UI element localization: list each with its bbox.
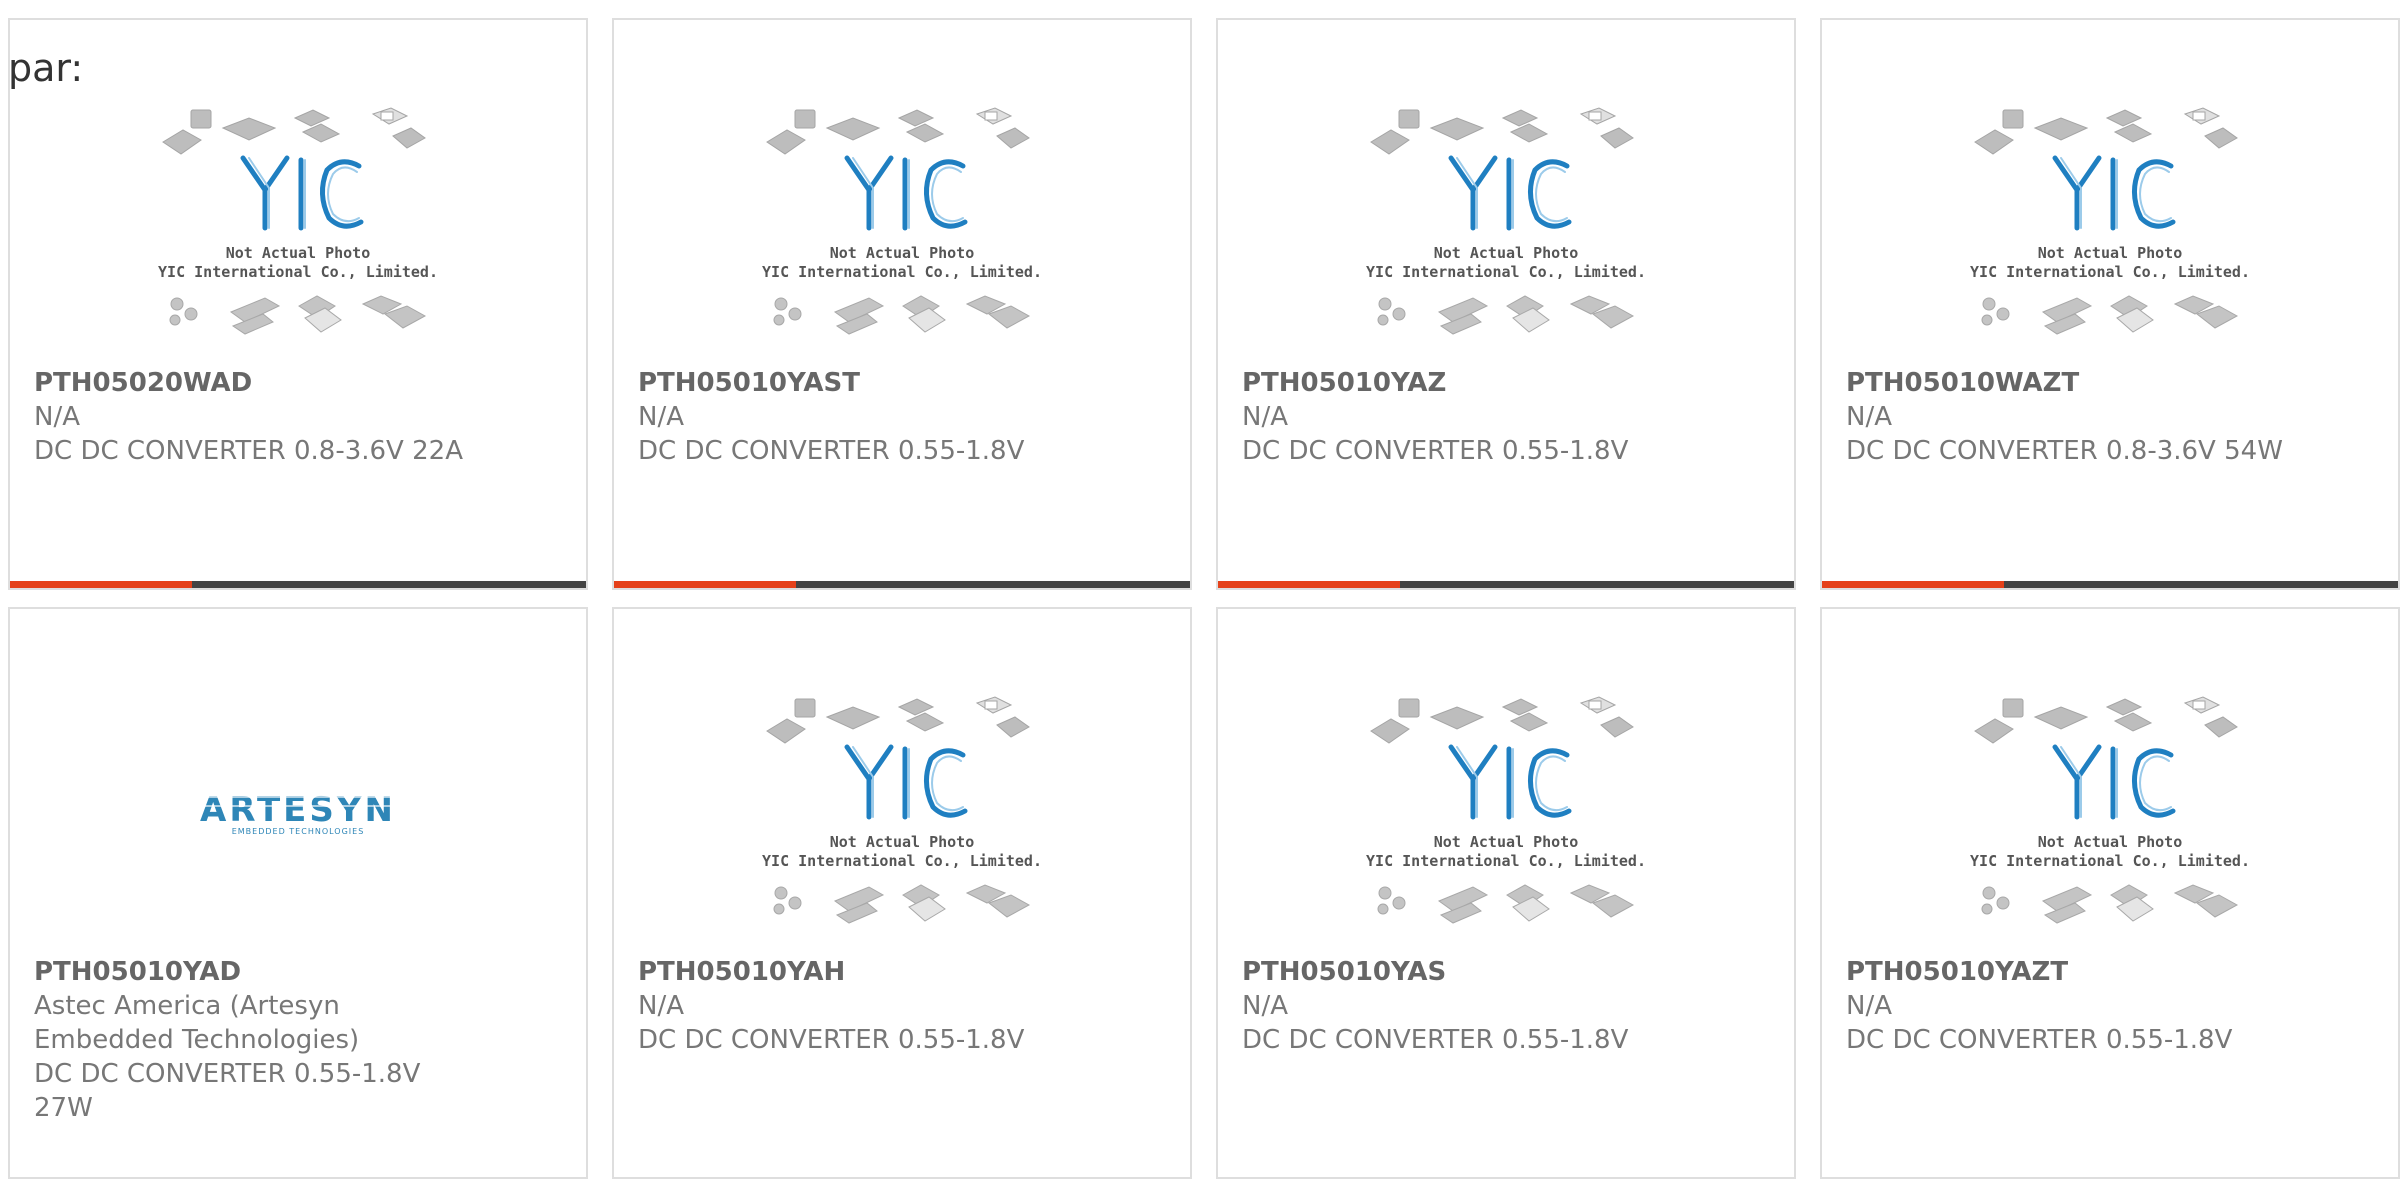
manufacturer: N/A	[1846, 402, 1892, 432]
part-number-link[interactable]: PTH05010YAD	[34, 955, 562, 989]
product-card[interactable]: ARTESYN EMBEDDED TECHNOLOGIES PTH05010YA…	[8, 607, 588, 1179]
manufacturer: N/A	[1846, 991, 1892, 1021]
product-grid: Not Actual Photo YIC International Co., …	[0, 0, 2400, 1179]
yic-company-text: YIC International Co., Limited.	[1366, 263, 1646, 281]
description: DC DC CONVERTER 0.55-1.8V	[1846, 1025, 2233, 1055]
placeholder-photo-icon: Not Actual Photo YIC International Co., …	[1970, 696, 2250, 924]
card-bottom-bar	[1218, 581, 1794, 588]
product-image[interactable]: Not Actual Photo YIC International Co., …	[10, 100, 586, 370]
not-actual-photo-text: Not Actual Photo	[1434, 244, 1579, 262]
description: DC DC CONVERTER 0.55-1.8V	[638, 1025, 1025, 1055]
product-image[interactable]: Not Actual Photo YIC International Co., …	[1218, 100, 1794, 370]
placeholder-photo-icon: Not Actual Photo YIC International Co., …	[762, 696, 1042, 924]
description: DC DC CONVERTER 0.8-3.6V 54W	[1846, 436, 2283, 466]
part-number-link[interactable]: PTH05010YAH	[638, 955, 1166, 989]
product-info: PTH05010YAZT N/A DC DC CONVERTER 0.55-1.8V	[1846, 955, 2374, 1057]
product-card[interactable]: Not Actual Photo YIC International Co., …	[1820, 18, 2400, 590]
product-image[interactable]: Not Actual Photo YIC International Co., …	[614, 689, 1190, 959]
card-accent-bar	[10, 581, 192, 588]
card-accent-bar	[1822, 581, 2004, 588]
part-number-link[interactable]: PTH05010YAZT	[1846, 955, 2374, 989]
manufacturer: N/A	[638, 991, 684, 1021]
product-card[interactable]: Not Actual Photo YIC International Co., …	[8, 18, 588, 590]
description: DC DC CONVERTER 0.55-1.8V	[1242, 1025, 1629, 1055]
manufacturer: Astec America (Artesyn Embedded Technolo…	[34, 991, 360, 1055]
card-bottom-bar	[1822, 581, 2398, 588]
product-info: PTH05010YAZ N/A DC DC CONVERTER 0.55-1.8V	[1242, 366, 1770, 468]
placeholder-photo-icon: Not Actual Photo YIC International Co., …	[1366, 107, 1646, 335]
yic-company-text: YIC International Co., Limited.	[158, 263, 438, 281]
card-bottom-bar	[10, 581, 586, 588]
part-number-link[interactable]: PTH05010YAST	[638, 366, 1166, 400]
description: DC DC CONVERTER 0.55-1.8V 27W	[34, 1059, 421, 1123]
product-image[interactable]: Not Actual Photo YIC International Co., …	[614, 100, 1190, 370]
part-number-link[interactable]: PTH05020WAD	[34, 366, 562, 400]
description: DC DC CONVERTER 0.55-1.8V	[638, 436, 1025, 466]
product-info: PTH05010YAS N/A DC DC CONVERTER 0.55-1.8V	[1242, 955, 1770, 1057]
yic-company-text: YIC International Co., Limited.	[762, 263, 1042, 281]
prefix-text: par:	[8, 46, 84, 90]
description: DC DC CONVERTER 0.8-3.6V 22A	[34, 436, 463, 466]
manufacturer: N/A	[1242, 402, 1288, 432]
product-card[interactable]: Not Actual Photo YIC International Co., …	[612, 607, 1192, 1179]
product-info: PTH05010YAD Astec America (Artesyn Embedd…	[34, 955, 562, 1125]
product-card[interactable]: Not Actual Photo YIC International Co., …	[1216, 18, 1796, 590]
product-card[interactable]: Not Actual Photo YIC International Co., …	[612, 18, 1192, 590]
not-actual-photo-text: Not Actual Photo	[226, 244, 371, 262]
card-accent-bar	[1218, 581, 1400, 588]
card-accent-bar	[614, 581, 796, 588]
product-info: PTH05020WAD N/A DC DC CONVERTER 0.8-3.6V 2…	[34, 366, 562, 468]
product-card[interactable]: Not Actual Photo YIC International Co., …	[1216, 607, 1796, 1179]
part-number-link[interactable]: PTH05010WAZT	[1846, 366, 2374, 400]
product-info: PTH05010WAZT N/A DC DC CONVERTER 0.8-3.6V …	[1846, 366, 2374, 468]
part-number-link[interactable]: PTH05010YAS	[1242, 955, 1770, 989]
artesyn-tagline-text: EMBEDDED TECHNOLOGIES	[232, 827, 365, 836]
card-bottom-bar	[614, 581, 1190, 588]
manufacturer: N/A	[34, 402, 80, 432]
yic-company-text: YIC International Co., Limited.	[1366, 852, 1646, 870]
product-image[interactable]: ARTESYN EMBEDDED TECHNOLOGIES	[10, 689, 586, 959]
not-actual-photo-text: Not Actual Photo	[830, 244, 975, 262]
manufacturer: N/A	[1242, 991, 1288, 1021]
product-image[interactable]: Not Actual Photo YIC International Co., …	[1822, 689, 2398, 959]
placeholder-photo-icon: Not Actual Photo YIC International Co., …	[1366, 696, 1646, 924]
not-actual-photo-text: Not Actual Photo	[2038, 833, 2183, 851]
part-number-link[interactable]: PTH05010YAZ	[1242, 366, 1770, 400]
not-actual-photo-text: Not Actual Photo	[1434, 833, 1579, 851]
yic-company-text: YIC International Co., Limited.	[1970, 852, 2250, 870]
artesyn-logo-icon: ARTESYN EMBEDDED TECHNOLOGIES	[173, 790, 423, 836]
placeholder-photo-icon: Not Actual Photo YIC International Co., …	[1970, 107, 2250, 335]
not-actual-photo-text: Not Actual Photo	[2038, 244, 2183, 262]
product-info: PTH05010YAH N/A DC DC CONVERTER 0.55-1.8V	[638, 955, 1166, 1057]
product-card[interactable]: Not Actual Photo YIC International Co., …	[1820, 607, 2400, 1179]
manufacturer: N/A	[638, 402, 684, 432]
yic-company-text: YIC International Co., Limited.	[1970, 263, 2250, 281]
placeholder-photo-icon: Not Actual Photo YIC International Co., …	[762, 107, 1042, 335]
description: DC DC CONVERTER 0.55-1.8V	[1242, 436, 1629, 466]
product-image[interactable]: Not Actual Photo YIC International Co., …	[1218, 689, 1794, 959]
product-info: PTH05010YAST N/A DC DC CONVERTER 0.55-1.8V	[638, 366, 1166, 468]
placeholder-photo-icon: Not Actual Photo YIC International Co., …	[158, 107, 438, 335]
not-actual-photo-text: Not Actual Photo	[830, 833, 975, 851]
yic-company-text: YIC International Co., Limited.	[762, 852, 1042, 870]
product-image[interactable]: Not Actual Photo YIC International Co., …	[1822, 100, 2398, 370]
